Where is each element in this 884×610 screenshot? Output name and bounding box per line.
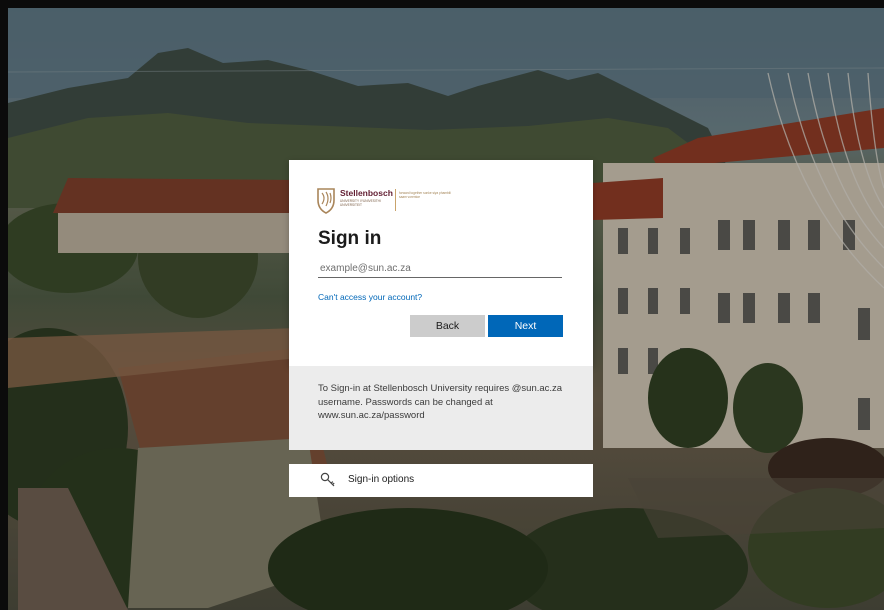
logo-divider — [395, 189, 396, 211]
logo-tagline: forward together sonke siya phambili saa… — [399, 191, 451, 199]
info-text: To Sign-in at Stellenbosch University re… — [318, 383, 563, 421]
logo-name: Stellenbosch — [340, 188, 393, 198]
back-button[interactable]: Back — [410, 315, 485, 337]
email-field[interactable] — [318, 259, 562, 278]
university-logo: Stellenbosch UNIVERSITY IYUNIVESITHI UNI… — [316, 186, 451, 214]
sign-in-options-label: Sign-in options — [348, 474, 415, 485]
stellenbosch-crest-icon — [317, 188, 335, 214]
sign-in-card: Stellenbosch UNIVERSITY IYUNIVESITHI UNI… — [289, 160, 593, 366]
next-button[interactable]: Next — [488, 315, 563, 337]
logo-subtitle: UNIVERSITY IYUNIVESITHI UNIVERSITEIT — [340, 199, 381, 207]
sign-in-options-button[interactable]: Sign-in options — [289, 464, 593, 497]
key-icon — [320, 472, 335, 487]
sign-in-info-box: To Sign-in at Stellenbosch University re… — [289, 366, 593, 450]
cant-access-account-link[interactable]: Can't access your account? — [318, 292, 422, 302]
page-title: Sign in — [318, 228, 382, 249]
